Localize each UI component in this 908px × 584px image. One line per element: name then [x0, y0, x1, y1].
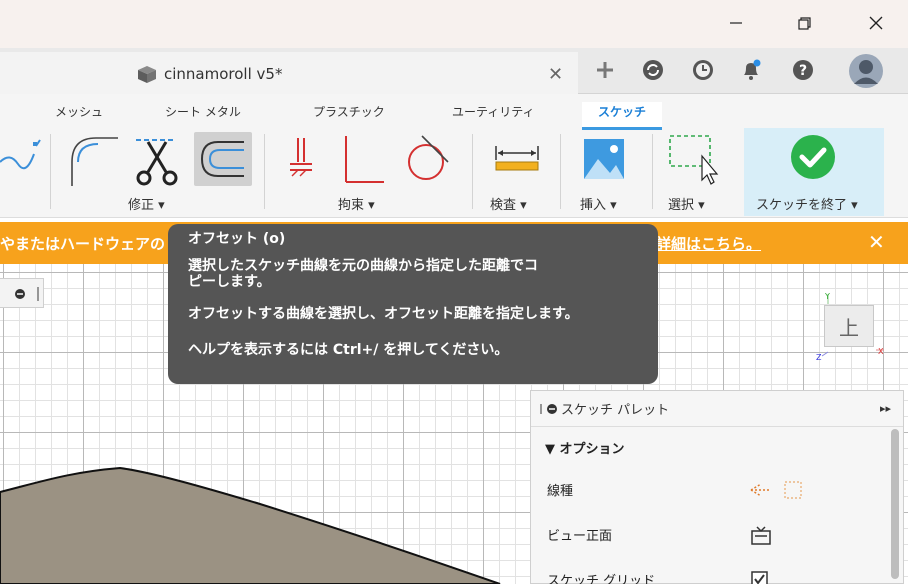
axis-y-label: Y — [824, 292, 830, 301]
notification-bell-icon — [744, 59, 761, 80]
linetype-label: 線種 — [547, 484, 574, 499]
selection-box-icon — [669, 135, 719, 185]
tooltip-description-line2: ピーします。 — [188, 274, 271, 290]
restore-icon — [798, 17, 811, 30]
tooltip-title: オフセット (o) — [188, 231, 286, 247]
document-title-text: cinnamoroll v5* — [164, 65, 283, 83]
scissors-icon — [136, 139, 178, 186]
select-group-label[interactable]: 選択 ▾ — [668, 194, 705, 213]
tangent-icon — [408, 135, 449, 180]
offset-tooltip: オフセット (o) 選択したスケッチ曲線を元の曲線から指定した距離でコ ピーしま… — [168, 224, 658, 384]
document-tab[interactable]: cinnamoroll v5* ✕ — [0, 52, 578, 94]
sketch-grid-checkbox[interactable] — [749, 569, 771, 584]
checkmark-icon — [791, 135, 835, 179]
help-icon: ? — [793, 60, 813, 80]
axis-z-label: Z — [816, 353, 822, 362]
minimize-icon — [730, 22, 742, 24]
tab-mesh[interactable]: メッシュ — [55, 102, 103, 130]
look-at-label: ビュー正面 — [547, 529, 613, 544]
ribbon-separator — [264, 134, 265, 209]
warning-details-link[interactable]: 詳細はこちら。 — [656, 233, 761, 254]
help-button[interactable]: ? — [790, 57, 816, 83]
tooltip-usage-text: オフセットする曲線を選択し、オフセット距離を指定します。 — [188, 306, 579, 322]
window-title-bar — [0, 0, 908, 48]
coincident-constraint-button[interactable] — [282, 132, 322, 188]
perpendicular-constraint-button[interactable] — [338, 132, 386, 188]
offset-tool-button[interactable] — [194, 132, 252, 186]
trim-tool-button[interactable] — [128, 132, 184, 188]
tooltip-help-shortcut: ヘルプを表示するには Ctrl+/ を押してください。 — [188, 342, 509, 358]
palette-row-linetype: 線種 — [531, 467, 903, 512]
history-button[interactable] — [690, 57, 716, 83]
ribbon-separator — [472, 134, 473, 209]
tooltip-description-line1: 選択したスケッチ曲線を元の曲線から指定した距離でコ — [188, 258, 538, 274]
insert-group-label[interactable]: 挿入 ▾ — [580, 194, 617, 213]
finish-sketch-label[interactable]: スケッチを終了 ▾ — [756, 194, 858, 213]
clock-icon — [693, 60, 713, 80]
window-select-button[interactable] — [666, 132, 722, 188]
measure-ruler-icon — [495, 146, 539, 171]
options-section-header[interactable]: ▼ オプション — [531, 427, 903, 467]
browser-toggle-icon — [15, 287, 39, 301]
ribbon-separator — [560, 134, 561, 209]
warning-text: やまたはハードウェアの — [0, 235, 166, 253]
sketch-palette-panel: スケッチ パレット ▸▸ ▼ オプション 線種 ビュー正面 スケッチ グリッド — [530, 390, 904, 584]
insert-image-button[interactable] — [580, 132, 630, 188]
fillet-icon — [71, 137, 118, 186]
ground-constraint-icon — [290, 138, 312, 177]
browser-panel-collapsed[interactable] — [0, 278, 44, 308]
document-title: cinnamoroll v5* — [136, 64, 282, 84]
minimize-button[interactable] — [716, 8, 756, 38]
measure-tool-button[interactable] — [490, 132, 544, 188]
tangent-constraint-button[interactable] — [402, 132, 454, 188]
job-status-button[interactable] — [640, 57, 666, 83]
new-tab-button[interactable] — [592, 57, 618, 83]
ribbon-separator — [50, 134, 51, 209]
palette-row-sketch-grid: スケッチ グリッド — [531, 557, 903, 584]
spline-tool-button[interactable] — [0, 132, 44, 182]
palette-expand-button[interactable]: ▸▸ — [880, 402, 891, 415]
spline-icon — [0, 139, 41, 170]
sketch-palette-title: スケッチ パレット — [561, 403, 670, 418]
avatar — [849, 54, 883, 88]
cloud-sync-icon — [643, 60, 663, 80]
component-cube-icon — [138, 66, 156, 83]
user-profile-button[interactable] — [848, 53, 884, 89]
palette-toggle-icon — [540, 403, 557, 414]
image-canvas-icon — [584, 139, 624, 179]
ribbon-separator — [652, 134, 653, 209]
modify-group-label[interactable]: 修正 ▾ — [128, 194, 165, 213]
palette-scrollbar[interactable] — [891, 429, 899, 579]
inspect-group-label[interactable]: 検査 ▾ — [490, 194, 527, 213]
restore-button[interactable] — [784, 8, 824, 38]
finish-sketch-button[interactable] — [788, 132, 838, 182]
close-window-button[interactable] — [856, 8, 896, 38]
sketch-palette-header[interactable]: スケッチ パレット ▸▸ — [531, 391, 903, 427]
construction-line-icon[interactable] — [749, 479, 805, 501]
offset-icon — [200, 141, 244, 177]
constraints-group-label[interactable]: 拘束 ▾ — [338, 194, 375, 213]
notifications-button[interactable] — [738, 57, 764, 83]
sketch-grid-label: スケッチ グリッド — [547, 574, 656, 584]
tab-sketch[interactable]: スケッチ — [582, 102, 663, 130]
axis-x-label: X — [878, 347, 884, 356]
ribbon-toolbar: メッシュ シート メタル プラスチック ユーティリティ スケッチ 修正 ▾ 拘束… — [0, 94, 908, 218]
viewcube-top-face[interactable]: 上 — [824, 305, 874, 347]
svg-text:?: ? — [799, 63, 807, 79]
tab-utilities[interactable]: ユーティリティ — [452, 102, 535, 130]
fillet-tool-button[interactable] — [66, 132, 120, 188]
close-icon — [869, 16, 883, 30]
perpendicular-icon — [345, 136, 384, 183]
document-tab-close-button[interactable]: ✕ — [548, 64, 563, 85]
look-at-icon[interactable] — [749, 524, 773, 546]
plus-icon — [597, 62, 613, 78]
palette-row-look-at: ビュー正面 — [531, 512, 903, 557]
warning-close-button[interactable]: ✕ — [868, 230, 885, 254]
tab-plastic[interactable]: プラスチック — [313, 102, 385, 130]
tab-sheet-metal[interactable]: シート メタル — [165, 102, 241, 130]
document-tab-bar: cinnamoroll v5* ✕ ? — [0, 48, 908, 94]
